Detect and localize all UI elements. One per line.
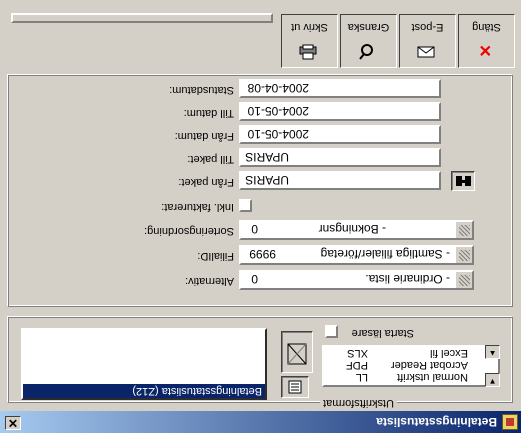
status-date-label: Statusdatum: [169,84,234,96]
status-date-field[interactable]: 2004-04-08 [239,79,441,98]
print-format-label: Utskriftsformat [320,397,397,409]
title-bar: Betalningsstatuslista ✕ [0,411,521,433]
alternativ-field[interactable]: - Ordinarie lista. 0 [239,270,474,290]
filial-id-label: FilialID: [197,250,234,262]
format-code-xls[interactable]: XLS [324,347,368,359]
to-package-value: UPARIS [245,150,289,164]
from-date-value: 2004-05-10 [247,127,309,141]
from-package-value: UPARIS [245,173,289,187]
email-button-label: E-post [411,21,444,33]
filial-id-desc: - Samtliga filialer/företag [320,247,450,261]
preview-icon [359,44,373,60]
start-reader-label: Starta läsare [351,327,414,339]
format-code-pdf[interactable]: PDF [324,359,368,371]
filial-id-field[interactable]: - Samtliga filialer/företag 9999 [239,245,474,265]
search-package-button[interactable] [451,171,475,191]
format-properties-button[interactable] [281,376,309,398]
printer-icon [299,44,317,60]
format-scroll-down[interactable]: ▼ [485,373,500,387]
format-option-normal[interactable]: Normal utskrift [397,371,468,383]
to-date-label: Till datum: [183,107,234,119]
print-button-label: Skriv ut [291,21,328,33]
toolbar: Stäng ✕ E-post Granska Skriv ut [0,0,521,71]
window: Betalningsstatuslista ✕ Utskriftsformat … [0,0,521,433]
alternativ-dropdown-icon[interactable] [456,272,472,288]
sort-order-desc: - Bokningsnr [318,222,386,236]
close-button-label: Stäng [472,21,501,33]
printer-setup-icon [287,343,307,365]
format-option-excel[interactable]: Excel fil [430,347,468,359]
sort-order-dropdown-icon[interactable] [456,222,472,238]
alternativ-code: 0 [251,272,258,286]
from-date-label: Från datum: [174,130,234,142]
from-package-label: Från paket: [178,176,234,188]
to-date-value: 2004-05-10 [247,104,309,118]
inkl-fakturerat-checkbox[interactable] [239,199,252,212]
printer-setup-button[interactable] [281,331,313,373]
window-title: Betalningsstatuslista [376,415,497,429]
filial-id-dropdown-icon[interactable] [456,247,472,263]
top-status-strip [11,13,273,23]
format-scroll-up[interactable]: ▲ [485,345,500,359]
inkl-fakturerat-label: Inkl. fakturerat: [161,201,234,213]
to-date-field[interactable]: 2004-05-10 [239,102,441,121]
email-icon [417,46,435,58]
sort-order-code: 0 [251,222,258,236]
report-list-selected[interactable]: Betalningsstatuslista (Z12) [23,384,265,398]
format-option-acrobat[interactable]: Acrobat Reader [391,359,468,371]
document-icon [288,380,302,394]
window-close-button[interactable]: ✕ [5,416,21,430]
format-list[interactable]: ▼ ▲ LL PDF XLS Normal utskrift Acrobat R… [322,345,500,387]
format-code-ll[interactable]: LL [324,371,368,383]
print-button[interactable]: Skriv ut [281,14,338,68]
preview-button-label: Granska [347,21,390,33]
to-package-label: Till paket: [187,153,234,165]
status-date-value: 2004-04-08 [247,81,309,95]
report-list[interactable]: Betalningsstatuslista (Z12) [21,328,267,400]
sort-order-label: Sorteringsordning: [144,225,234,237]
app-icon [502,414,518,430]
from-package-field[interactable]: UPARIS [239,171,441,190]
binoculars-icon [456,176,471,186]
email-button[interactable]: E-post [399,14,456,68]
sort-order-field[interactable]: - Bokningsnr 0 [239,220,474,240]
close-icon: ✕ [478,41,492,58]
filial-id-code: 9999 [249,247,276,261]
from-date-field[interactable]: 2004-05-10 [239,125,441,144]
alternativ-label: Alternativ: [185,275,234,287]
to-package-field[interactable]: UPARIS [239,148,441,167]
preview-button[interactable]: Granska [340,14,397,68]
alternativ-desc: - Ordinarie lista. [365,272,450,286]
close-button[interactable]: Stäng ✕ [458,14,515,68]
start-reader-checkbox[interactable] [325,325,338,338]
